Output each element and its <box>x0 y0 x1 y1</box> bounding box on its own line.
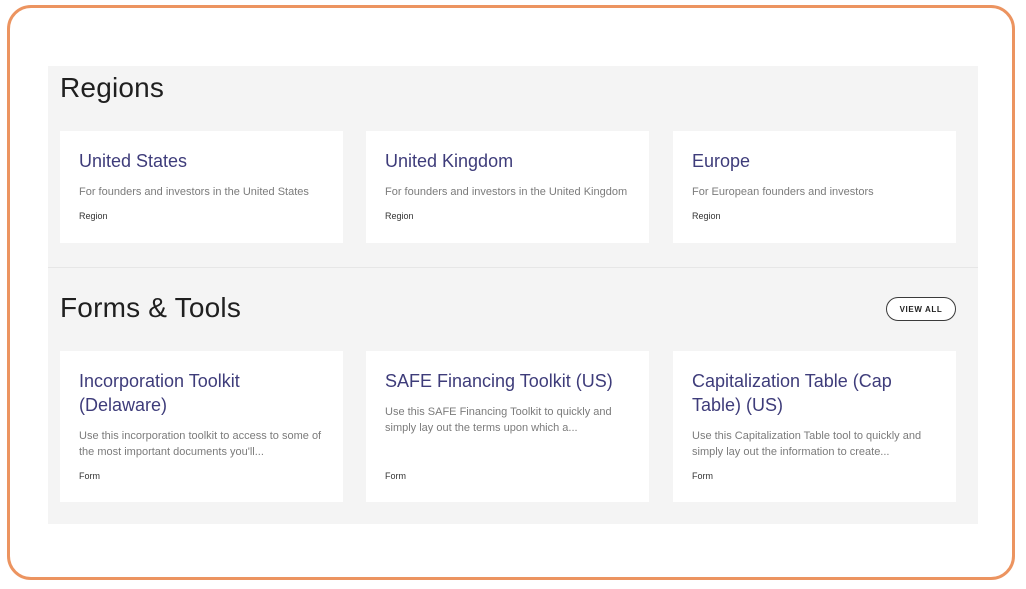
card-description: Use this Capitalization Table tool to qu… <box>692 430 922 458</box>
card-title[interactable]: Capitalization Table (Cap Table) (US) <box>692 369 937 417</box>
form-card-incorporation-toolkit[interactable]: Incorporation Toolkit (Delaware) Use thi… <box>60 351 343 502</box>
card-tag: Region <box>692 211 721 221</box>
regions-heading: Regions <box>60 72 165 103</box>
card-tag: Form <box>692 471 713 481</box>
region-card-united-kingdom[interactable]: United Kingdom For founders and investor… <box>366 131 649 243</box>
card-description: Use this incorporation toolkit to access… <box>79 430 322 458</box>
card-description: Use this SAFE Financing Toolkit to quick… <box>385 406 612 434</box>
card-tag: Form <box>385 471 406 481</box>
view-all-button[interactable]: VIEW ALL <box>886 297 956 321</box>
card-description: For European founders and investors <box>692 186 874 198</box>
card-description: For founders and investors in the United… <box>79 186 309 198</box>
card-title[interactable]: Europe <box>692 149 937 173</box>
region-card-united-states[interactable]: United States For founders and investors… <box>60 131 343 243</box>
card-title[interactable]: United Kingdom <box>385 149 630 173</box>
region-card-europe[interactable]: Europe For European founders and investo… <box>673 131 956 243</box>
card-tag: Form <box>79 471 100 481</box>
card-tag: Region <box>79 211 108 221</box>
form-card-safe-financing-toolkit[interactable]: SAFE Financing Toolkit (US) Use this SAF… <box>366 351 649 502</box>
content-panel: Regions United States For founders and i… <box>48 66 978 524</box>
card-title[interactable]: United States <box>79 149 324 173</box>
card-description: For founders and investors in the United… <box>385 186 628 198</box>
form-card-capitalization-table[interactable]: Capitalization Table (Cap Table) (US) Us… <box>673 351 956 502</box>
card-title[interactable]: Incorporation Toolkit (Delaware) <box>79 369 324 417</box>
card-tag: Region <box>385 211 414 221</box>
forms-tools-heading: Forms & Tools <box>60 292 242 323</box>
section-divider <box>48 267 978 268</box>
card-title[interactable]: SAFE Financing Toolkit (US) <box>385 369 630 393</box>
